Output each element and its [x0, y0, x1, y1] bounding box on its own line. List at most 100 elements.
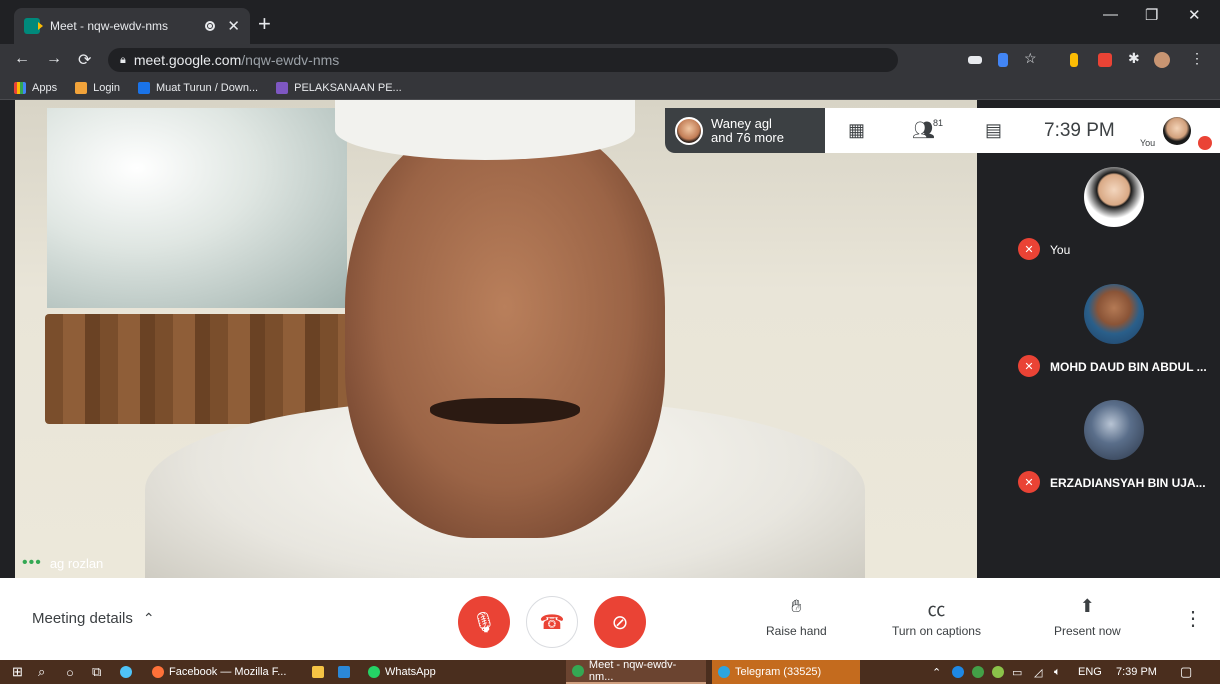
apps-grid-icon	[14, 81, 26, 94]
tray-expand-icon[interactable]: ⌃	[932, 660, 941, 684]
windows-start-icon[interactable]: ⊞	[12, 660, 23, 684]
recording-indicator-icon	[205, 21, 216, 31]
profile-avatar-icon[interactable]	[1154, 52, 1170, 68]
main-video-feed[interactable]	[15, 100, 977, 578]
taskbar-item-whatsapp[interactable]: WhatsApp	[362, 660, 458, 684]
closed-captions-icon: ㏄	[927, 600, 946, 620]
meeting-details-button[interactable]: Meeting details ⌃	[32, 610, 155, 627]
bookmark-pelaksanaan[interactable]: PELAKSANAAN PE...	[276, 81, 402, 94]
bookmarks-bar: Apps Login Muat Turun / Down... PELAKSAN…	[0, 76, 1220, 100]
self-view-avatar[interactable]	[1163, 117, 1191, 145]
reload-icon[interactable]: ⟳	[78, 50, 91, 70]
meeting-clock: 7:39 PM	[1044, 120, 1115, 141]
more-options-icon[interactable]: ⋮	[1183, 606, 1203, 631]
raise-hand-button[interactable]: ✋︎ Raise hand	[766, 596, 827, 638]
participant-avatar-erzadiansyah[interactable]	[1084, 400, 1144, 460]
chrome-menu-icon[interactable]: ⋮	[1190, 50, 1204, 67]
hang-up-icon: ☎︎	[539, 611, 565, 634]
participant-avatar-mohd-daud[interactable]	[1084, 284, 1144, 344]
new-tab-button[interactable]: +	[258, 11, 271, 37]
presenter-chip[interactable]: Waney agl and 76 more	[665, 108, 825, 153]
bookmark-label: PELAKSANAAN PE...	[294, 81, 402, 94]
layout-grid-icon[interactable]: ▦	[848, 120, 865, 141]
extension-red-icon[interactable]	[1098, 53, 1112, 67]
whatsapp-icon	[368, 666, 380, 678]
bookmark-muat-turun[interactable]: Muat Turun / Down...	[138, 81, 259, 94]
meet-top-bar: Waney agl and 76 more	[665, 108, 1220, 153]
bookmark-label: Muat Turun / Down...	[156, 81, 259, 94]
volume-icon[interactable]: 🔈︎	[1054, 660, 1061, 684]
minimize-button[interactable]: —	[1103, 6, 1118, 23]
language-indicator[interactable]: ENG	[1078, 660, 1102, 684]
taskbar-item-label: Telegram (33525)	[735, 666, 822, 678]
bookmark-star-icon[interactable]: ☆	[1024, 50, 1037, 67]
tray-network-app-icon[interactable]	[992, 660, 1009, 684]
taskbar-item-meet[interactable]: Meet - nqw-ewdv-nm...	[566, 659, 706, 684]
bookmark-login[interactable]: Login	[75, 81, 120, 94]
speaker-face	[345, 118, 665, 538]
present-now-button[interactable]: ⬆︎ Present now	[1054, 596, 1121, 638]
speaker-cap	[335, 100, 635, 160]
presenter-name: Waney agl	[711, 115, 772, 131]
people-icon[interactable]: 👥︎	[912, 120, 935, 141]
firefox-icon	[152, 666, 164, 678]
camera-toggle-button[interactable]: ⊘	[594, 596, 646, 648]
taskbar-item-label: WhatsApp	[385, 666, 436, 678]
bookmark-label: Login	[93, 81, 120, 94]
mic-off-icon: ✕	[1018, 471, 1040, 493]
windows-taskbar: ⊞ ⌕ ○ ⧉ Facebook — Mozilla F... WhatsApp…	[0, 659, 1220, 684]
tab-title: Meet - nqw-ewdv-nms	[50, 19, 169, 33]
forward-arrow-icon[interactable]: →	[46, 50, 62, 68]
present-screen-icon: ⬆︎	[1079, 596, 1095, 616]
translate-icon[interactable]	[998, 53, 1008, 67]
pinned-app-icon[interactable]	[120, 660, 137, 684]
chat-icon[interactable]: ▤	[985, 120, 1002, 141]
microphone-toggle-button[interactable]: 🎙︎	[458, 596, 510, 648]
chevron-up-icon: ⌃	[142, 610, 155, 626]
camera-off-icon: ⊘	[611, 611, 629, 634]
captions-button[interactable]: ㏄ Turn on captions	[892, 596, 981, 638]
presenter-avatar	[675, 116, 703, 145]
store-icon[interactable]	[338, 660, 355, 684]
lock-icon: 🔒︎	[120, 53, 126, 66]
bookmark-apps[interactable]: Apps	[14, 81, 57, 94]
meeting-details-label: Meeting details	[32, 610, 133, 627]
search-icon[interactable]: ⌕	[38, 660, 45, 684]
participant-count: 81	[933, 118, 944, 128]
leave-call-button[interactable]: ☎︎	[526, 596, 578, 648]
telegram-icon	[718, 666, 730, 678]
taskbar-clock[interactable]: 7:39 PM	[1116, 660, 1157, 684]
file-explorer-icon[interactable]	[312, 660, 329, 684]
participant-name: ERZADIANSYAH BIN UJA...	[1050, 476, 1206, 490]
login-site-icon	[75, 81, 88, 94]
download-site-icon	[138, 81, 150, 94]
taskbar-item-firefox[interactable]: Facebook — Mozilla F...	[146, 660, 298, 684]
back-arrow-icon[interactable]: ←	[14, 50, 30, 68]
mic-off-icon: ✕	[1018, 238, 1040, 260]
address-bar[interactable]: 🔒︎ meet.google.com/nqw-ewdv-nms	[108, 48, 898, 72]
browser-tab-meet[interactable]: Meet - nqw-ewdv-nms ✕	[14, 8, 250, 44]
task-view-icon[interactable]: ⧉	[92, 660, 101, 684]
taskbar-item-label: Meet - nqw-ewdv-nm...	[588, 659, 677, 683]
address-host: meet.google.com	[133, 52, 242, 68]
extensions-puzzle-icon[interactable]: ✱	[1128, 50, 1140, 67]
background-window	[47, 108, 347, 308]
restore-button[interactable]: ❐	[1145, 6, 1158, 24]
cortana-icon[interactable]: ○	[66, 660, 74, 684]
extension-bulb-icon[interactable]	[1070, 53, 1078, 67]
taskbar-item-telegram[interactable]: Telegram (33525)	[712, 660, 860, 684]
camera-indicator-icon[interactable]	[968, 56, 982, 64]
self-view-label: You	[1140, 138, 1156, 148]
present-label: Present now	[1054, 624, 1121, 638]
tray-app-icon[interactable]	[972, 660, 989, 684]
battery-icon[interactable]: ▭	[1012, 660, 1022, 684]
bluetooth-icon[interactable]	[952, 660, 969, 684]
browser-toolbar: ← → ⟳ 🔒︎ meet.google.com/nqw-ewdv-nms ☆ …	[0, 44, 1220, 76]
notifications-icon[interactable]: ▢	[1180, 660, 1192, 684]
participant-avatar-you[interactable]	[1084, 167, 1144, 227]
window-close-button[interactable]: ✕	[1188, 6, 1201, 24]
presenter-more: and 76 more	[711, 129, 784, 145]
hand-icon: ✋︎	[791, 596, 802, 616]
tab-close-button[interactable]: ✕	[227, 17, 240, 35]
wifi-icon[interactable]: ◿	[1034, 660, 1042, 684]
